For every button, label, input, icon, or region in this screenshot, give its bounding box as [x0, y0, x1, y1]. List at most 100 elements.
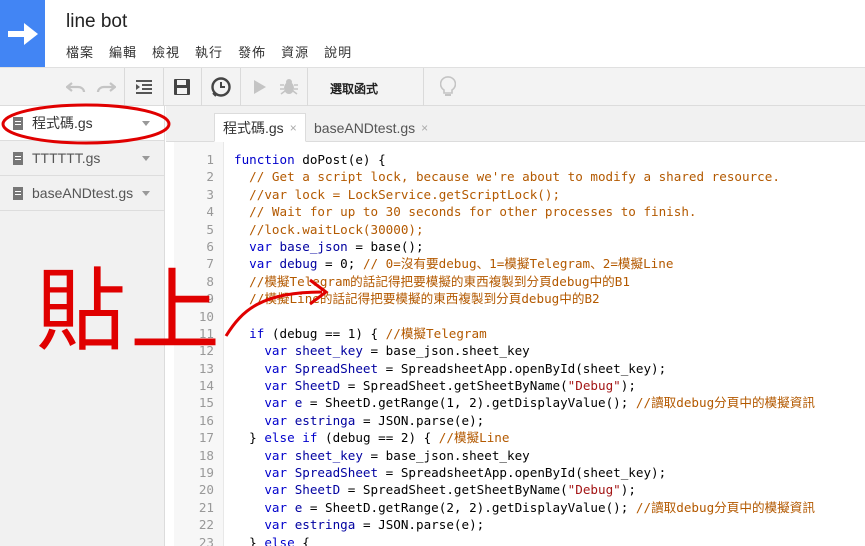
indent-icon	[136, 80, 152, 94]
project-title[interactable]: line bot	[66, 11, 127, 33]
save-button[interactable]	[170, 75, 194, 99]
code-text[interactable]: var SheetD = SpreadSheet.getSheetByName(…	[234, 481, 636, 498]
toolbar-separator	[201, 68, 202, 106]
arrow-annotation-icon	[224, 278, 329, 337]
code-text[interactable]: var sheet_key = base_json.sheet_key	[234, 342, 529, 359]
code-lines[interactable]: 1 function doPost(e) {2 // Get a script l…	[166, 151, 865, 546]
chevron-down-icon[interactable]	[142, 156, 150, 161]
menu-run[interactable]: 執行	[195, 42, 223, 61]
line-number: 20	[198, 482, 214, 498]
code-line[interactable]: 4 // Wait for up to 30 seconds for other…	[166, 203, 865, 220]
header: line bot 檔案 編輯 檢視 執行 發佈 資源 說明	[0, 0, 865, 67]
line-number: 14	[198, 378, 214, 394]
file-item-tttttt[interactable]: TTTTTT.gs	[0, 141, 164, 176]
code-text[interactable]: var e = SheetD.getRange(1, 2).getDisplay…	[234, 394, 815, 411]
code-line[interactable]: 17 } else if (debug == 2) { //模擬Line	[166, 429, 865, 446]
script-logo[interactable]	[0, 0, 45, 67]
menu-help[interactable]: 說明	[324, 42, 352, 61]
menu-view[interactable]: 檢視	[152, 42, 180, 61]
redo-button[interactable]	[94, 75, 118, 99]
menu-file[interactable]: 檔案	[66, 42, 94, 61]
menu-publish[interactable]: 發佈	[238, 42, 266, 61]
code-line[interactable]: 1 function doPost(e) {	[166, 151, 865, 168]
lightbulb-icon	[440, 76, 456, 96]
code-text[interactable]: var SpreadSheet = SpreadsheetApp.openByI…	[234, 360, 666, 377]
code-text[interactable]: var estringa = JSON.parse(e);	[234, 516, 484, 533]
play-icon	[254, 80, 266, 94]
line-number: 22	[198, 517, 214, 533]
tab-label: 程式碼.gs	[223, 119, 284, 136]
code-line[interactable]: 20 var SheetD = SpreadSheet.getSheetByNa…	[166, 481, 865, 498]
toolbar-separator	[423, 68, 424, 106]
file-name: baseANDtest.gs	[32, 185, 134, 201]
code-text[interactable]: var SpreadSheet = SpreadsheetApp.openByI…	[234, 464, 666, 481]
tab-main[interactable]: 程式碼.gs ×	[214, 113, 306, 142]
toolbar-separator	[163, 68, 164, 106]
code-line[interactable]: 21 var e = SheetD.getRange(2, 2).getDisp…	[166, 499, 865, 516]
toolbar-separator	[240, 68, 241, 106]
indent-button[interactable]	[132, 75, 156, 99]
menu-edit[interactable]: 編輯	[109, 42, 137, 61]
debug-button[interactable]	[278, 75, 300, 99]
line-number: 21	[198, 499, 214, 515]
save-icon	[174, 79, 190, 95]
code-text[interactable]: function doPost(e) {	[234, 151, 386, 168]
code-line[interactable]: 23 } else {	[166, 534, 865, 546]
code-text[interactable]: var base_json = base();	[234, 238, 423, 255]
code-line[interactable]: 19 var SpreadSheet = SpreadsheetApp.open…	[166, 464, 865, 481]
code-text[interactable]: var sheet_key = base_json.sheet_key	[234, 447, 529, 464]
code-line[interactable]: 15 var e = SheetD.getRange(1, 2).getDisp…	[166, 394, 865, 411]
toolbar: 選取函式	[0, 67, 865, 106]
close-icon[interactable]: ×	[421, 121, 428, 135]
code-text[interactable]: var SheetD = SpreadSheet.getSheetByName(…	[234, 377, 636, 394]
code-text[interactable]: var e = SheetD.getRange(2, 2).getDisplay…	[234, 499, 815, 516]
tab-label: baseANDtest.gs	[314, 119, 416, 136]
code-line[interactable]: 3 //var lock = LockService.getScriptLock…	[166, 186, 865, 203]
menu-bar: 檔案 編輯 檢視 執行 發佈 資源 說明	[66, 42, 367, 61]
file-name: TTTTTT.gs	[32, 150, 101, 166]
code-text[interactable]: } else {	[234, 534, 310, 546]
code-line[interactable]: 6 var base_json = base();	[166, 238, 865, 255]
code-line[interactable]: 22 var estringa = JSON.parse(e);	[166, 516, 865, 533]
line-number: 15	[198, 395, 214, 411]
editor-tabs: 程式碼.gs × baseANDtest.gs ×	[166, 106, 865, 142]
code-text[interactable]: //lock.waitLock(30000);	[234, 221, 423, 238]
app-window: line bot 檔案 編輯 檢視 執行 發佈 資源 說明 選取函式 程式碼.g…	[0, 0, 865, 546]
line-number: 18	[198, 447, 214, 463]
code-line[interactable]: 5 //lock.waitLock(30000);	[166, 221, 865, 238]
bug-icon	[280, 79, 298, 95]
code-text[interactable]: var estringa = JSON.parse(e);	[234, 412, 484, 429]
code-line[interactable]: 16 var estringa = JSON.parse(e);	[166, 412, 865, 429]
code-line[interactable]: 14 var SheetD = SpreadSheet.getSheetByNa…	[166, 377, 865, 394]
code-text[interactable]: //var lock = LockService.getScriptLock()…	[234, 186, 560, 203]
file-item-baseandtest[interactable]: baseANDtest.gs	[0, 176, 164, 211]
menu-resources[interactable]: 資源	[281, 42, 309, 61]
clock-icon	[211, 77, 231, 97]
document-icon	[13, 151, 23, 165]
toolbar-separator	[307, 68, 308, 106]
code-line[interactable]: 18 var sheet_key = base_json.sheet_key	[166, 447, 865, 464]
code-line[interactable]: 13 var SpreadSheet = SpreadsheetApp.open…	[166, 360, 865, 377]
run-button[interactable]	[250, 75, 270, 99]
function-select[interactable]: 選取函式	[330, 80, 378, 97]
lightbulb-button[interactable]	[437, 75, 459, 99]
line-number: 16	[198, 412, 214, 428]
code-text[interactable]: } else if (debug == 2) { //模擬Line	[234, 429, 509, 446]
code-editor[interactable]: 1 function doPost(e) {2 // Get a script l…	[166, 142, 865, 546]
close-icon[interactable]: ×	[290, 121, 297, 135]
line-number: 1	[206, 152, 214, 167]
code-text[interactable]: // Get a script lock, because we're abou…	[234, 168, 780, 185]
line-number: 3	[206, 186, 214, 202]
toolbar-separator	[124, 68, 125, 106]
undo-icon	[66, 82, 86, 93]
tab-baseandtest[interactable]: baseANDtest.gs ×	[306, 113, 436, 142]
line-number: 23	[198, 534, 214, 546]
document-icon	[13, 186, 23, 200]
code-line[interactable]: 12 var sheet_key = base_json.sheet_key	[166, 342, 865, 359]
code-line[interactable]: 2 // Get a script lock, because we're ab…	[166, 168, 865, 185]
code-text[interactable]: // Wait for up to 30 seconds for other p…	[234, 203, 696, 220]
chevron-down-icon[interactable]	[142, 191, 150, 196]
line-number: 5	[206, 221, 214, 237]
undo-button[interactable]	[64, 75, 88, 99]
triggers-button[interactable]	[208, 75, 234, 99]
